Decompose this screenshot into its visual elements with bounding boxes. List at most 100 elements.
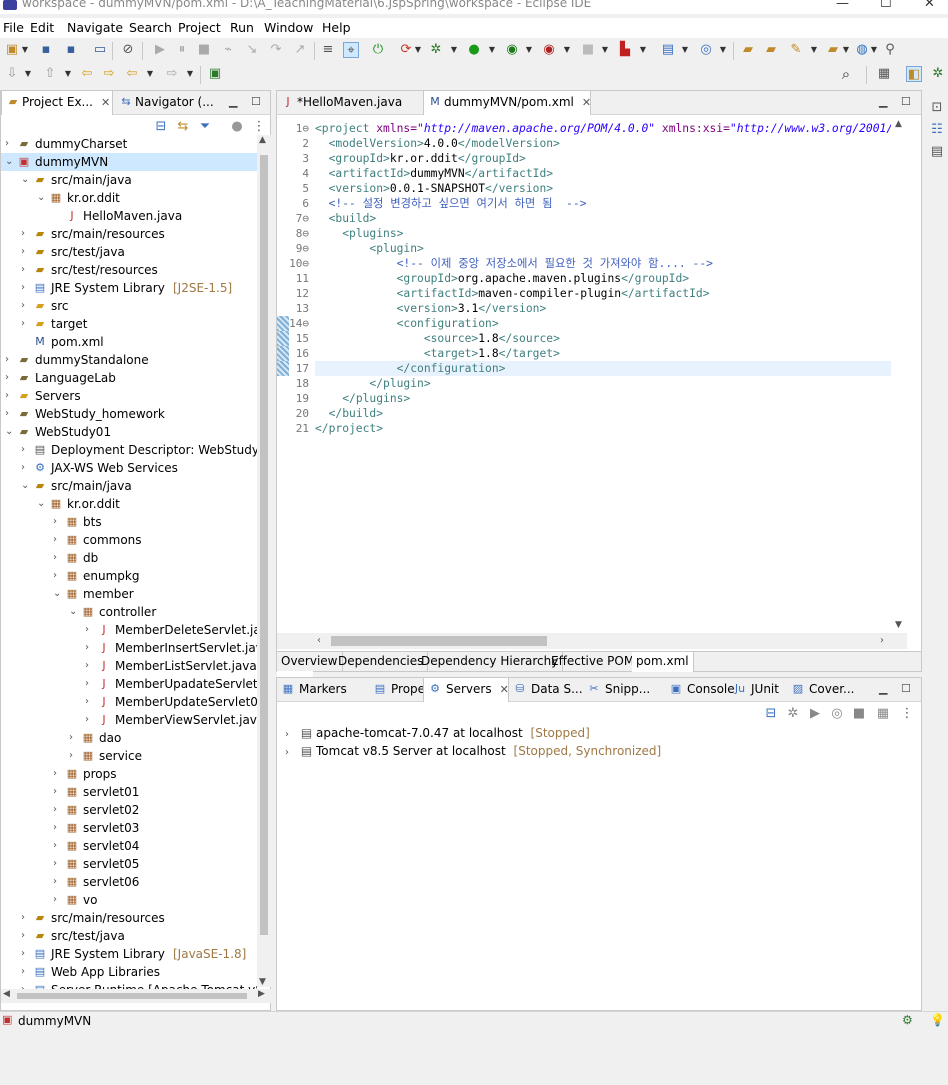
chevron-right-icon[interactable]: › (53, 783, 63, 801)
start-server-icon[interactable]: ⏻ (370, 42, 386, 58)
menu-file[interactable]: File (3, 20, 24, 35)
tree-item[interactable]: › ▰ src/main/resources (1, 909, 257, 927)
previous-annotation-icon[interactable]: ⇧ (42, 66, 58, 82)
chevron-right-icon[interactable]: › (53, 873, 63, 891)
tree-item[interactable]: ⌄ ▦ member (1, 585, 257, 603)
tree-item[interactable]: ⌄ ▦ kr.or.ddit (1, 189, 257, 207)
chevron-down-icon[interactable]: ▼ (488, 42, 496, 58)
tab-pom-xml[interactable]: M dummyMVN/pom.xml ✕ (423, 91, 591, 115)
java-ee-perspective-icon[interactable]: ◧ (906, 66, 922, 82)
next-annotation-icon[interactable]: ⇩ (4, 66, 20, 82)
chevron-down-icon[interactable]: ▼ (563, 42, 571, 58)
toggle-block-icon[interactable]: ≡ (320, 42, 336, 58)
chevron-right-icon[interactable]: › (5, 369, 15, 387)
chevron-right-icon[interactable]: › (53, 567, 63, 585)
stop-icon[interactable]: ■ (580, 42, 596, 58)
tree-item[interactable]: › ▦ enumpkg (1, 567, 257, 585)
chevron-down-icon[interactable]: ▼ (24, 66, 32, 82)
tab-hellomaven-java[interactable]: J *HelloMaven.java (277, 91, 422, 115)
tab-project-explorer[interactable]: ▰ Project Ex... ✕ (1, 91, 113, 115)
chevron-right-icon[interactable]: › (85, 639, 95, 657)
back-icon[interactable]: ⇦ (124, 66, 140, 82)
chevron-down-icon[interactable]: ▼ (719, 42, 727, 58)
pin-editor-icon[interactable]: ▣ (207, 66, 223, 82)
chevron-right-icon[interactable]: › (21, 243, 31, 261)
tree-item[interactable]: › ▰ dummyCharset (1, 135, 257, 153)
tree-item[interactable]: › J MemberViewServlet.java (1, 711, 257, 729)
chevron-down-icon[interactable]: ▼ (21, 42, 29, 58)
tab-junit[interactable]: Ju JUnit (729, 678, 785, 702)
chevron-right-icon[interactable]: › (85, 693, 95, 711)
tab-snipp[interactable]: ✂ Snipp... (583, 678, 663, 702)
scroll-up-icon[interactable]: ▲ (895, 119, 902, 129)
restore-icon[interactable]: ⊡ (929, 100, 945, 116)
tomcat-icon[interactable]: ▙ (617, 42, 633, 58)
menu-run[interactable]: Run (230, 20, 254, 35)
publish-server-icon[interactable]: ▦ (875, 706, 891, 722)
chevron-right-icon[interactable]: › (21, 963, 31, 981)
chevron-down-icon[interactable]: ▼ (842, 42, 850, 58)
chevron-down-icon[interactable]: ⌄ (37, 495, 47, 513)
chevron-right-icon[interactable]: › (5, 135, 15, 153)
tree-item[interactable]: › J MemberInsertServlet.java (1, 639, 257, 657)
chevron-down-icon[interactable]: ▼ (146, 66, 154, 82)
tip-icon[interactable]: 💡 (930, 1013, 945, 1027)
tab-prope[interactable]: ▤ Prope... (369, 678, 437, 702)
search-tool-icon[interactable]: ✎ (788, 42, 804, 58)
scrollbar-thumb[interactable] (260, 155, 268, 935)
tree-item[interactable]: ⌄ ▰ src/main/java (1, 171, 257, 189)
chevron-down-icon[interactable]: ▼ (414, 42, 422, 58)
tree-item[interactable]: ⌄ ▦ kr.or.ddit (1, 495, 257, 513)
chevron-right-icon[interactable]: › (21, 225, 31, 243)
minimize-view-icon[interactable]: ▁ (879, 682, 887, 695)
debug-icon[interactable]: ✲ (428, 42, 444, 58)
chevron-down-icon[interactable]: ▼ (186, 66, 194, 82)
chevron-down-icon[interactable]: ▼ (870, 42, 878, 58)
tree-item[interactable]: › J MemberListServlet.java (1, 657, 257, 675)
focus-icon[interactable]: ● (229, 119, 245, 135)
tab-datas[interactable]: ⛁ Data S... (509, 678, 582, 702)
forward-icon[interactable]: ⇨ (164, 66, 180, 82)
menu-window[interactable]: Window (264, 20, 313, 35)
outline-icon[interactable]: ☷ (929, 122, 945, 138)
publish-icon[interactable]: ⟳ (398, 42, 414, 58)
step-return-icon[interactable]: ↗ (292, 42, 308, 58)
tree-item[interactable]: › ⚙ JAX-WS Web Services (1, 459, 257, 477)
tab-markers[interactable]: ▦ Markers (277, 678, 367, 702)
close-icon[interactable]: ✕ (500, 683, 509, 696)
search-icon[interactable]: ⌕ (838, 66, 854, 82)
minimize-icon[interactable]: — (836, 0, 849, 11)
chevron-right-icon[interactable]: › (85, 657, 95, 675)
chevron-right-icon[interactable]: › (21, 927, 31, 945)
chevron-down-icon[interactable]: ⌄ (5, 423, 15, 441)
suspend-icon[interactable]: ⏸ (174, 42, 190, 58)
menu-search[interactable]: Search (129, 20, 172, 35)
chevron-right-icon[interactable]: › (53, 891, 63, 909)
task-list-icon[interactable]: ▤ (929, 144, 945, 160)
maximize-view-icon[interactable]: ☐ (901, 682, 911, 695)
tree-item[interactable]: › ▤ Deployment Descriptor: WebStudy01 (1, 441, 257, 459)
chevron-right-icon[interactable]: › (21, 261, 31, 279)
save-icon[interactable]: ▪ (38, 42, 54, 58)
server-row[interactable]: › ▤ apache-tomcat-7.0.47 at localhost [S… (285, 724, 590, 742)
close-icon[interactable]: ✕ (582, 96, 591, 109)
maximize-view-icon[interactable]: ☐ (901, 95, 911, 108)
menu-project[interactable]: Project (178, 20, 221, 35)
scroll-down-icon[interactable]: ▼ (259, 977, 266, 987)
chevron-right-icon[interactable]: › (21, 909, 31, 927)
tree-item[interactable]: › ▦ servlet06 (1, 873, 257, 891)
new-icon[interactable]: ▣ (4, 42, 20, 58)
xml-source-text[interactable]: <project xmlns="http://maven.apache.org/… (315, 117, 891, 702)
debug-perspective-icon[interactable]: ✲ (930, 66, 946, 82)
tree-item[interactable]: › ▰ src/main/resources (1, 225, 257, 243)
tree-item[interactable]: Mpom.xml (1, 333, 257, 351)
tree-item[interactable]: J HelloMaven.java (1, 207, 257, 225)
tab-cover[interactable]: ▨ Cover... (787, 678, 855, 702)
chevron-right-icon[interactable]: › (85, 621, 95, 639)
tree-item[interactable]: › ▦ servlet04 (1, 837, 257, 855)
chevron-right-icon[interactable]: › (53, 837, 63, 855)
chevron-right-icon[interactable]: › (53, 765, 63, 783)
chevron-down-icon[interactable]: ⌄ (21, 171, 31, 189)
chevron-right-icon[interactable]: › (21, 279, 31, 297)
scroll-down-icon[interactable]: ▼ (895, 620, 902, 630)
